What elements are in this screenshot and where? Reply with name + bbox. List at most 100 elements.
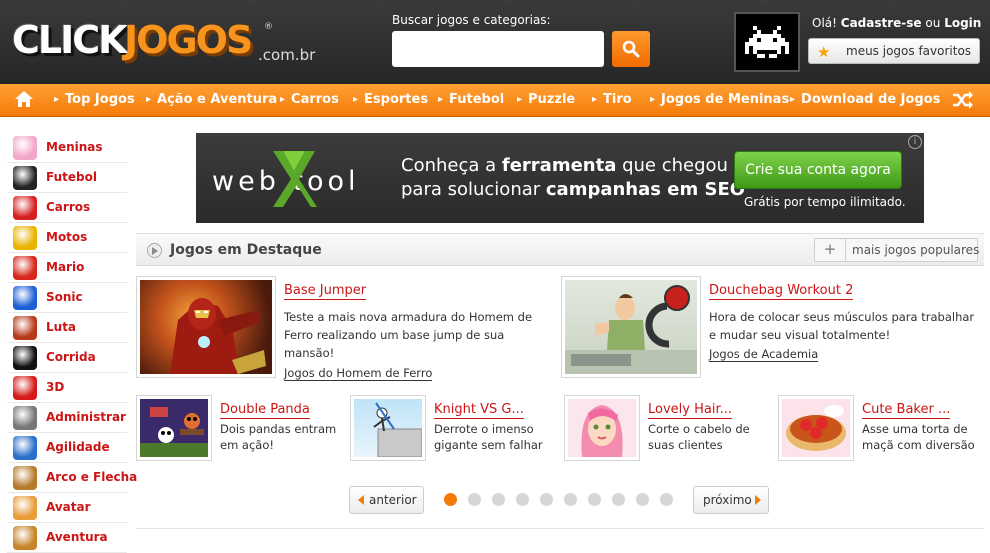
girl-icon — [13, 136, 37, 160]
workout-art — [565, 285, 697, 374]
pager-next-button[interactable]: próximo — [693, 486, 769, 514]
home-icon[interactable] — [14, 90, 34, 112]
pager-dot[interactable] — [612, 493, 625, 506]
register-link[interactable]: Cadastre-se — [841, 16, 922, 30]
game-title-lovely-hair[interactable]: Lovely Hair... — [648, 402, 732, 419]
shuffle-icon[interactable] — [952, 90, 974, 114]
game-title-cute-baker[interactable]: Cute Baker ... — [862, 402, 951, 419]
more-popular-label: mais jogos populares — [852, 243, 980, 257]
sidebar-item-label: Agilidade — [46, 440, 110, 454]
banner-subtext: Grátis por tempo ilimitado. — [744, 195, 906, 209]
cash-register-icon — [13, 406, 37, 430]
game-title-base-jumper[interactable]: Base Jumper — [284, 283, 367, 300]
login-link[interactable]: Login — [944, 16, 981, 30]
sidebar-item-motos[interactable]: Motos — [7, 223, 127, 253]
sidebar-item-meninas[interactable]: Meninas — [7, 133, 127, 163]
search-input[interactable] — [392, 31, 604, 67]
nav-item-tiro[interactable]: Tiro — [592, 92, 632, 107]
sidebar-item-carros[interactable]: Carros — [7, 193, 127, 223]
fighter-icon — [13, 316, 37, 340]
sidebar-item-label: Arco e Flecha — [46, 470, 138, 484]
sidebar-item-administrar[interactable]: Administrar — [7, 403, 127, 433]
content-bottom-divider — [136, 528, 984, 529]
sidebar-item-arco-e-flecha[interactable]: Arco e Flecha — [7, 463, 137, 493]
game-desc-double-panda: Dois pandas entram em ação! — [220, 422, 337, 452]
game-thumbnail-base-jumper[interactable] — [136, 276, 276, 378]
nav-item-download-jogos[interactable]: Download de Jogos — [790, 92, 940, 107]
sidebar-item-sonic[interactable]: Sonic — [7, 283, 127, 313]
nav-item-jogos-meninas[interactable]: Jogos de Meninas — [650, 92, 789, 107]
sidebar-item-label: Luta — [46, 320, 77, 334]
pager-dot[interactable] — [444, 493, 457, 506]
pager-dot[interactable] — [468, 493, 481, 506]
user-avatar[interactable] — [734, 12, 800, 72]
pager-prev-button[interactable]: anterior — [349, 486, 424, 514]
nav-item-top-jogos[interactable]: Top Jogos — [54, 92, 135, 107]
game-thumbnail-douchebag-workout[interactable] — [561, 276, 701, 378]
sidebar-item-corrida[interactable]: Corrida — [7, 343, 127, 373]
panda-art — [140, 407, 208, 457]
bow-arrow-icon — [13, 466, 37, 490]
main-nav: Top Jogos Ação e Aventura Carros Esporte… — [0, 84, 990, 117]
pager-prev-label: anterior — [369, 493, 417, 507]
site-logo[interactable]: CLICK JOGOS ® .com.br — [12, 18, 316, 68]
game-title-douchebag-workout[interactable]: Douchebag Workout 2 — [709, 283, 854, 300]
game-desc-lovely-hair: Corte o cabelo de suas clientes — [648, 422, 750, 452]
sidebar-item-luta[interactable]: Luta — [7, 313, 127, 343]
banner-headline-line1: Conheça a ferramenta que chegou — [401, 155, 728, 176]
mario-icon — [13, 256, 37, 280]
pie-art — [786, 405, 846, 451]
game-title-knight-vs-giant[interactable]: Knight VS G... — [434, 402, 524, 419]
game-desc-base-jumper: Teste a mais nova armadura do Homem de F… — [284, 310, 533, 360]
sidebar-item-3d[interactable]: 3D — [7, 373, 127, 403]
nav-item-acao-aventura[interactable]: Ação e Aventura — [146, 92, 277, 107]
logo-click-text: CLICK — [12, 18, 128, 62]
pager-dot[interactable] — [540, 493, 553, 506]
nav-item-puzzle[interactable]: Puzzle — [517, 92, 575, 107]
sidebar-item-label: Administrar — [46, 410, 126, 424]
featured-header: Jogos em Destaque + mais jogos populares — [136, 233, 984, 266]
game-category-academia[interactable]: Jogos de Academia — [709, 347, 819, 362]
favorites-label: meus jogos favoritos — [846, 44, 972, 58]
star-icon: ★ — [817, 43, 831, 61]
sidebar-item-futebol[interactable]: Futebol — [7, 163, 127, 193]
pager-dot[interactable] — [660, 493, 673, 506]
game-thumbnail-double-panda[interactable] — [136, 395, 212, 461]
sidebar-item-label: Meninas — [46, 140, 103, 154]
search-icon — [622, 40, 640, 58]
category-sidebar: Meninas Futebol Carros Motos Mario Sonic Luta C… — [7, 133, 137, 553]
more-popular-games-button[interactable]: + mais jogos populares — [814, 238, 980, 262]
game-thumbnail-lovely-hair[interactable] — [564, 395, 640, 461]
sidebar-item-label: Futebol — [46, 170, 97, 184]
game-desc-knight-vs-giant: Derrote o imenso gigante sem falhar — [434, 422, 543, 452]
soccer-ball-icon — [13, 166, 37, 190]
game-thumbnail-cute-baker[interactable] — [778, 395, 854, 461]
nav-item-esportes[interactable]: Esportes — [353, 92, 428, 107]
sidebar-item-aventura[interactable]: Aventura — [7, 523, 127, 553]
favorites-button[interactable]: ★ meus jogos favoritos — [808, 38, 980, 64]
game-title-double-panda[interactable]: Double Panda — [220, 402, 310, 419]
nav-item-futebol[interactable]: Futebol — [438, 92, 504, 107]
ad-banner[interactable]: web tool Conheça a ferramenta que chegou… — [196, 133, 924, 223]
sidebar-item-agilidade[interactable]: Agilidade — [7, 433, 127, 463]
nav-item-carros[interactable]: Carros — [280, 92, 339, 107]
banner-cta-button[interactable]: Crie sua conta agora — [734, 151, 902, 189]
game-category-homem-ferro[interactable]: Jogos do Homem de Ferro — [284, 366, 433, 381]
game-thumbnail-knight-vs-giant[interactable] — [350, 395, 426, 461]
info-icon[interactable]: i — [908, 135, 922, 149]
sonic-icon — [13, 286, 37, 310]
logo-domain-suffix: .com.br — [258, 46, 316, 64]
banner-headline-line2: para solucionar campanhas em SEO — [401, 179, 746, 200]
sidebar-item-mario[interactable]: Mario — [7, 253, 127, 283]
pager-dot[interactable] — [516, 493, 529, 506]
site-header: CLICK JOGOS ® .com.br Buscar jogos e cat… — [0, 0, 990, 84]
pager-dot[interactable] — [588, 493, 601, 506]
pager-dot[interactable] — [636, 493, 649, 506]
search-button[interactable] — [612, 31, 650, 67]
sidebar-item-avatar[interactable]: Avatar — [7, 493, 127, 523]
adventure-icon — [13, 526, 37, 550]
greeting-prefix: Olá! — [812, 16, 837, 30]
pager-dot[interactable] — [564, 493, 577, 506]
game-desc-cute-baker: Asse uma torta de maçã com diversão — [862, 422, 975, 452]
pager-dot[interactable] — [492, 493, 505, 506]
